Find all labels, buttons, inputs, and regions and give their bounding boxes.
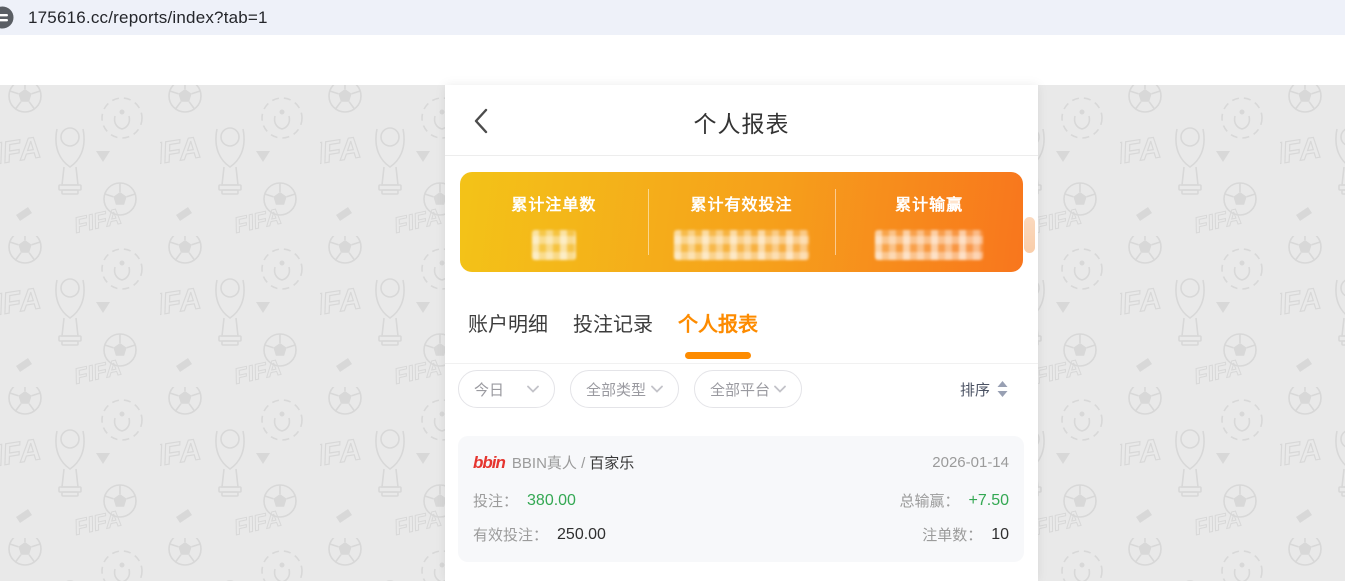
url-text[interactable]: 175616.cc/reports/index?tab=1 <box>28 8 268 28</box>
sort-arrows-icon <box>997 381 1008 397</box>
stats-summary-card: 累计注单数 累计有效投注 累计输赢 <box>460 172 1023 272</box>
valid-bet-label: 有效投注： <box>473 524 548 545</box>
bbin-logo: bbin <box>473 453 505 473</box>
redacted-value <box>875 230 983 260</box>
chevron-down-icon <box>774 385 786 393</box>
report-record-card[interactable]: bbin BBIN真人 / 百家乐 2026-01-14 投注： 380.00 … <box>458 436 1024 562</box>
redacted-value <box>532 230 576 260</box>
stat-total-valid-bets: 累计有效投注 <box>648 172 836 272</box>
filter-date-label: 今日 <box>474 379 504 400</box>
redacted-value <box>674 230 809 260</box>
valid-bet-value: 250.00 <box>557 526 606 544</box>
carousel-next-card-peek[interactable] <box>1024 217 1035 253</box>
stat-total-winloss: 累计输赢 <box>835 172 1023 272</box>
tab-personal-report[interactable]: 个人报表 <box>678 312 758 338</box>
record-date: 2026-01-14 <box>932 454 1009 471</box>
provider-name: BBIN真人 / <box>512 452 585 473</box>
report-panel: 个人报表 累计注单数 累计有效投注 累计输赢 账户明细 投注记录 个人报表 <box>445 85 1038 581</box>
app-header: 个人报表 <box>445 85 1038 156</box>
filter-type-label: 全部类型 <box>586 379 646 400</box>
browser-url-bar[interactable]: 175616.cc/reports/index?tab=1 <box>0 0 1345 35</box>
game-name: 百家乐 <box>589 452 634 473</box>
count-label: 注单数： <box>922 524 982 545</box>
bet-label: 投注： <box>473 490 518 511</box>
tabs: 账户明细 投注记录 个人报表 <box>445 312 1038 364</box>
filter-platform-dropdown[interactable]: 全部平台 <box>694 370 802 408</box>
filter-date-dropdown[interactable]: 今日 <box>458 370 555 408</box>
filter-type-dropdown[interactable]: 全部类型 <box>570 370 679 408</box>
sort-control[interactable]: 排序 <box>960 379 1008 400</box>
tab-bet-records[interactable]: 投注记录 <box>573 312 653 338</box>
sort-label: 排序 <box>960 379 990 400</box>
winloss-value: +7.50 <box>969 492 1009 510</box>
page-stage: FIFA FIFA <box>0 35 1345 581</box>
count-value: 10 <box>991 526 1009 544</box>
stat-label: 累计注单数 <box>511 191 596 215</box>
tab-account-details[interactable]: 账户明细 <box>468 312 548 338</box>
filters-row: 今日 全部类型 全部平台 排序 <box>458 370 1023 408</box>
chevron-down-icon <box>651 385 663 393</box>
chevron-down-icon <box>527 385 539 393</box>
winloss-label: 总输赢： <box>900 490 960 511</box>
stat-label: 累计输赢 <box>895 191 963 215</box>
filter-platform-label: 全部平台 <box>710 379 770 400</box>
page-title: 个人报表 <box>445 105 1038 139</box>
site-info-icon[interactable] <box>0 6 14 29</box>
stat-total-bet-count: 累计注单数 <box>460 172 648 272</box>
bet-value: 380.00 <box>527 492 576 510</box>
stat-label: 累计有效投注 <box>691 191 793 215</box>
